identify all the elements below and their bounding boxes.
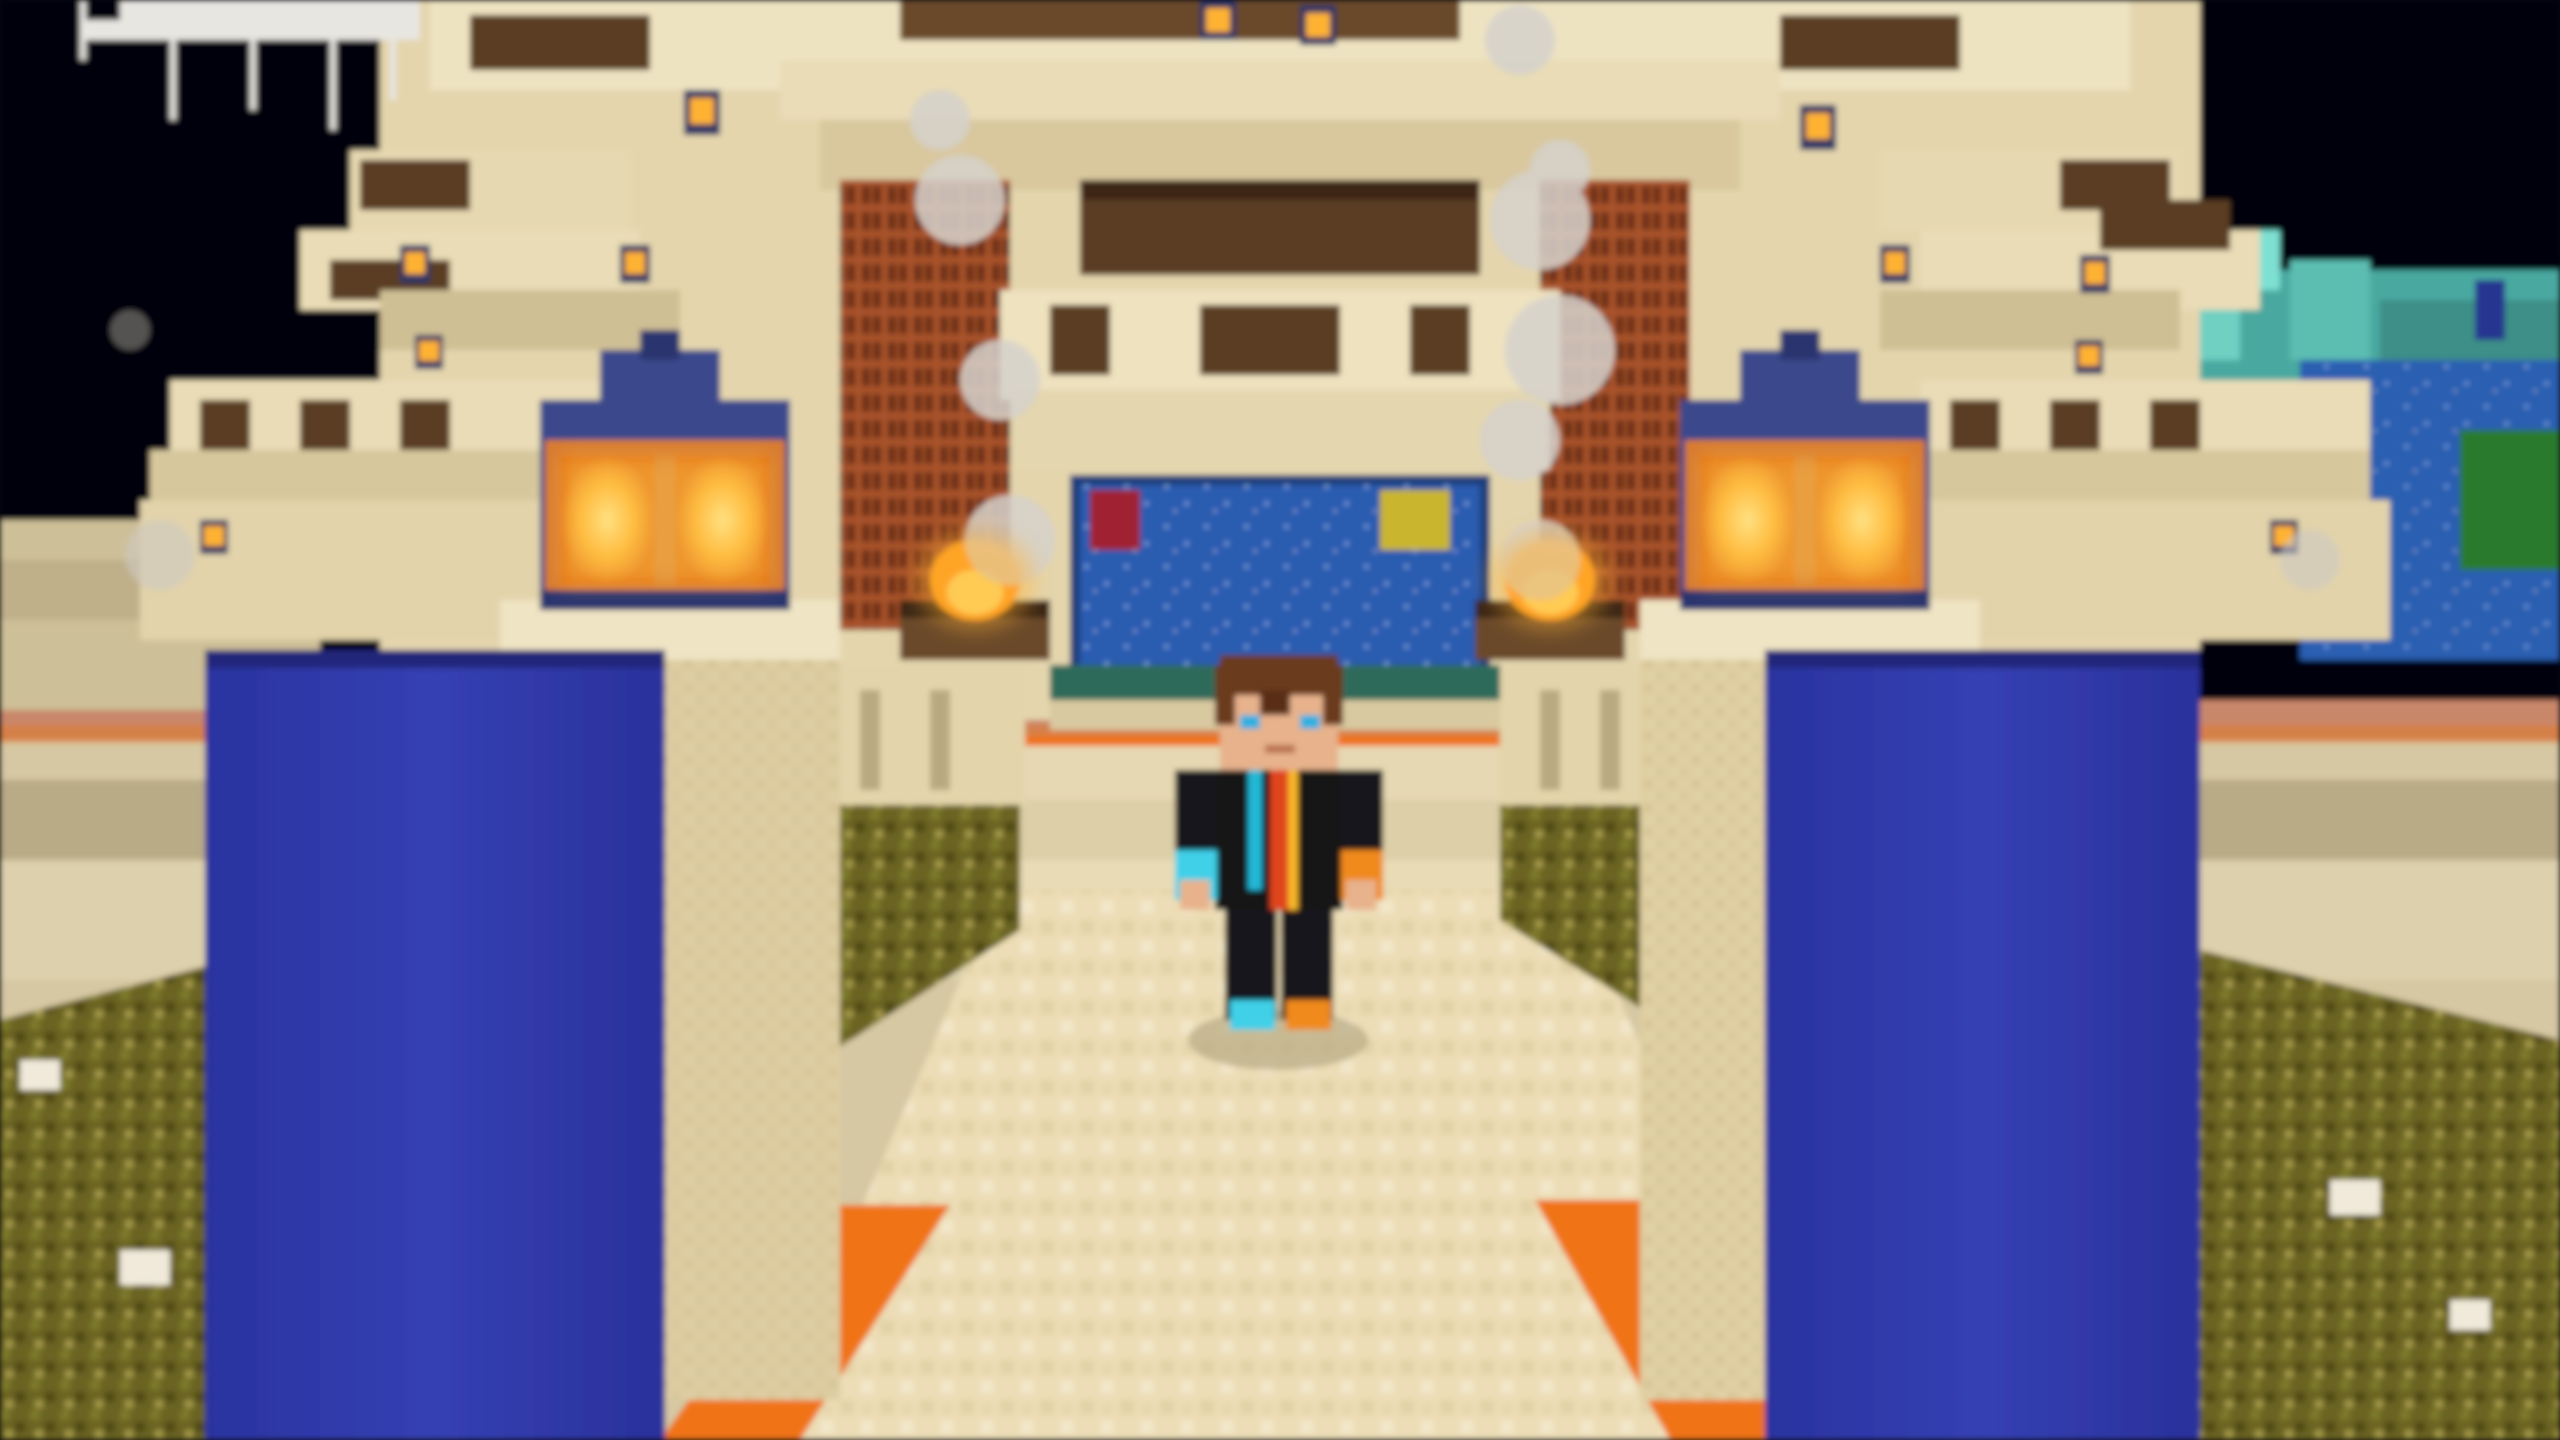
blue-banner-right bbox=[1765, 660, 2200, 1440]
blue-banner-left bbox=[205, 660, 665, 1440]
hedge-foreground-left bbox=[0, 960, 230, 1440]
player-shadow bbox=[1188, 1010, 1368, 1070]
world-render bbox=[0, 0, 2560, 1440]
game-viewport bbox=[0, 0, 2560, 1440]
